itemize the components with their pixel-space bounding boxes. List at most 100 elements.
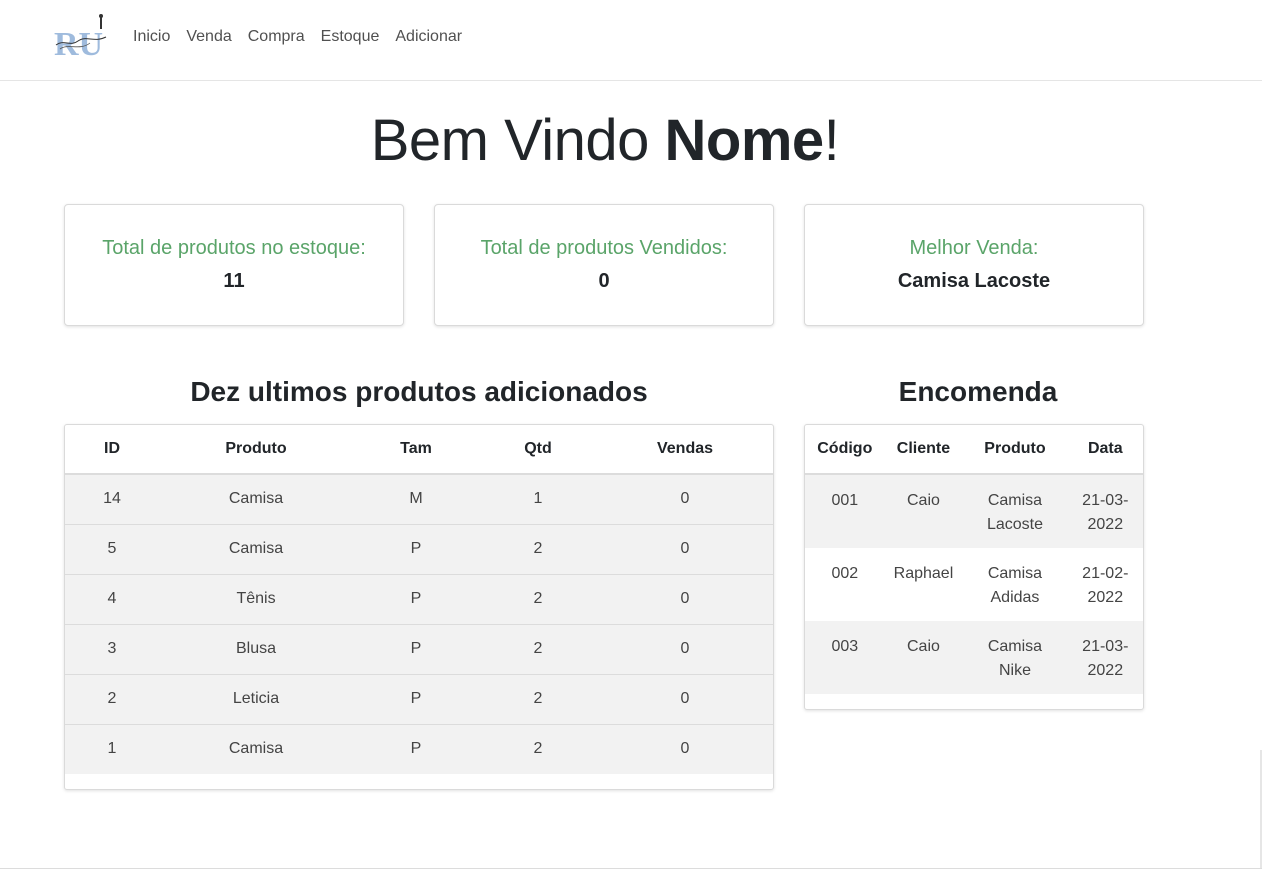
cell-codigo: 001: [805, 474, 885, 548]
cell-tam: P: [353, 674, 479, 725]
nav-link-estoque[interactable]: Estoque: [321, 27, 380, 47]
orders-table: Código Cliente Produto Data 001 Caio Cam…: [805, 425, 1143, 694]
cell-data-line: 2022: [1087, 662, 1124, 679]
best-sale-value: Camisa Lacoste: [897, 270, 1051, 292]
welcome-suffix: !: [823, 108, 840, 173]
cell-produto: Tênis: [159, 574, 353, 625]
sold-total-value: 0: [598, 270, 610, 292]
cell-cliente: Caio: [884, 621, 963, 694]
cell-vendas: 0: [597, 574, 773, 625]
cell-data-line: 21-02-: [1082, 565, 1129, 582]
cell-id: 5: [65, 524, 159, 575]
cell-id: 4: [65, 574, 159, 625]
nav-link-compra[interactable]: Compra: [248, 27, 305, 47]
cell-data-line: 21-03-: [1082, 492, 1129, 509]
col-header-id: ID: [65, 425, 159, 475]
table-row: 4 Tênis P 2 0: [65, 574, 773, 625]
cell-codigo: 002: [831, 565, 859, 582]
footer-divider: [0, 868, 1262, 869]
nav-link-adicionar[interactable]: Adicionar: [395, 27, 462, 47]
cell-produto-line: Adidas: [990, 589, 1040, 606]
cell-qtd: 2: [479, 724, 597, 774]
products-header-row: ID Produto Tam Qtd Vendas: [65, 425, 773, 475]
welcome-heading: Bem Vindo Nome!: [0, 108, 1210, 174]
cell-vendas: 0: [597, 474, 773, 525]
cell-id: 14: [65, 474, 159, 525]
table-row: 14 Camisa M 1 0: [65, 474, 773, 525]
cell-tam: M: [353, 474, 479, 525]
cell-data: 21-03- 2022: [1067, 474, 1143, 548]
cell-produto-line: Lacoste: [986, 516, 1043, 533]
cell-qtd: 2: [479, 674, 597, 725]
cell-data: 21-03- 2022: [1067, 621, 1143, 694]
table-row: 3 Blusa P 2 0: [65, 624, 773, 675]
sold-total-card: Total de produtos Vendidos: 0: [434, 204, 774, 326]
cell-produto: Camisa Lacoste: [962, 474, 1068, 548]
cell-produto: Camisa Nike: [962, 621, 1068, 694]
products-table: ID Produto Tam Qtd Vendas 14 Camisa M 1 …: [65, 425, 773, 774]
cell-id: 1: [65, 724, 159, 774]
cell-produto: Blusa: [159, 624, 353, 675]
cell-vendas: 0: [597, 724, 773, 774]
col-header-vendas: Vendas: [597, 425, 773, 475]
table-row: 002 Raphael Camisa Adidas 21-02- 2022: [805, 548, 1143, 621]
col-header-codigo: Código: [805, 425, 885, 475]
nav-link-inicio[interactable]: Inicio: [133, 27, 170, 47]
stock-total-label: Total de produtos no estoque:: [102, 237, 366, 259]
table-row: 003 Caio Camisa Nike 21-03- 2022: [805, 621, 1143, 694]
cell-produto: Leticia: [159, 674, 353, 725]
table-row: 001 Caio Camisa Lacoste 21-03- 2022: [805, 474, 1143, 548]
stock-total-card: Total de produtos no estoque: 11: [64, 204, 404, 326]
col-header-data: Data: [1067, 425, 1143, 475]
orders-header-row: Código Cliente Produto Data: [805, 425, 1143, 475]
cell-tam: P: [353, 574, 479, 625]
cell-data: 21-02- 2022: [1068, 548, 1143, 621]
stock-total-value: 11: [223, 270, 245, 292]
nav-link-venda[interactable]: Venda: [186, 27, 231, 47]
cell-produto: Camisa: [159, 474, 353, 525]
cell-produto-line: Camisa: [987, 638, 1043, 655]
products-table-container: ID Produto Tam Qtd Vendas 14 Camisa M 1 …: [64, 424, 774, 790]
cell-qtd: 2: [479, 524, 597, 575]
table-row: 1 Camisa P 2 0: [65, 724, 773, 774]
cell-cliente: Raphael: [893, 565, 954, 582]
cell-tam: P: [353, 624, 479, 675]
cell-vendas: 0: [597, 674, 773, 725]
cell-qtd: 1: [479, 474, 597, 525]
cell-qtd: 2: [479, 574, 597, 625]
best-sale-label: Melhor Venda:: [909, 237, 1039, 259]
col-header-tam: Tam: [353, 425, 479, 475]
col-header-qtd: Qtd: [479, 425, 597, 475]
brand-logo[interactable]: RU: [50, 13, 112, 63]
products-section-title: Dez ultimos produtos adicionados: [190, 376, 648, 407]
cell-vendas: 0: [597, 524, 773, 575]
cell-vendas: 0: [597, 624, 773, 675]
navbar: RU Inicio Venda Compra Estoque Adicionar: [0, 0, 1262, 81]
cell-qtd: 2: [479, 624, 597, 675]
cell-produto: Camisa: [159, 524, 353, 575]
table-row: 5 Camisa P 2 0: [65, 524, 773, 575]
cell-cliente: Caio: [884, 474, 963, 548]
cell-produto-line: Camisa: [987, 492, 1043, 509]
cell-tam: P: [353, 724, 479, 774]
cell-data-line: 2022: [1087, 589, 1124, 606]
cell-produto-line: Camisa: [987, 565, 1043, 582]
orders-section-title: Encomenda: [898, 376, 1058, 407]
cell-produto: Camisa Adidas: [962, 548, 1067, 621]
cell-codigo: 003: [805, 621, 885, 694]
cell-id: 3: [65, 624, 159, 675]
cell-produto-line: Nike: [998, 662, 1031, 679]
best-sale-card: Melhor Venda: Camisa Lacoste: [804, 204, 1144, 326]
table-row: 2 Leticia P 2 0: [65, 674, 773, 725]
cell-id: 2: [65, 674, 159, 725]
col-header-produto: Produto: [962, 425, 1068, 475]
cell-data-line: 2022: [1087, 516, 1124, 533]
col-header-cliente: Cliente: [884, 425, 963, 475]
user-name: Nome: [664, 108, 825, 173]
nav-links: Inicio Venda Compra Estoque Adicionar: [133, 27, 478, 47]
welcome-prefix: Bem Vindo: [370, 108, 665, 173]
cell-tam: P: [353, 524, 479, 575]
orders-table-container: Código Cliente Produto Data 001 Caio Cam…: [804, 424, 1144, 710]
col-header-produto: Produto: [159, 425, 353, 475]
cell-produto: Camisa: [159, 724, 353, 774]
